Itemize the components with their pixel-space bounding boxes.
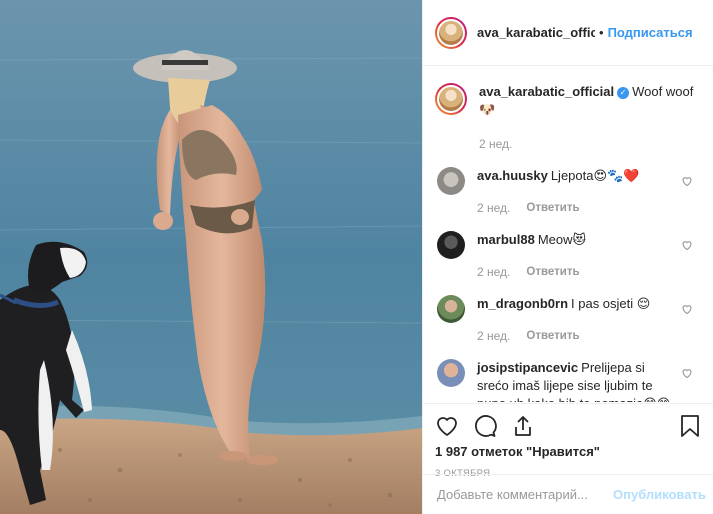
reply-button[interactable]: Ответить — [526, 263, 579, 281]
like-comment-heart-icon[interactable] — [681, 175, 693, 187]
comment-item: marbul88 Meow😻 2 нед. Ответить — [435, 231, 703, 281]
reply-button[interactable]: Ответить — [526, 327, 579, 345]
comment-time[interactable]: 2 нед. — [477, 327, 510, 345]
follow-button[interactable]: Подписаться — [608, 25, 693, 40]
commenter-avatar[interactable] — [437, 167, 465, 195]
comments-list[interactable]: ava_karabatic_official ✓ Woof woof 🐶 2 нед… — [423, 67, 713, 402]
comment-text: I pas osjeti 😌 — [571, 296, 651, 311]
comment-username[interactable]: marbul88 — [477, 232, 535, 247]
post-actions: 1 987 отметок "Нравится" 3 октября — [423, 403, 713, 479]
comment-username[interactable]: josipstipancevic — [477, 360, 578, 375]
commenter-avatar[interactable] — [437, 295, 465, 323]
add-comment-bar: Опубликовать — [423, 474, 713, 514]
comment-item: m_dragonb0rn I pas osjeti 😌 2 нед. Ответит… — [435, 295, 703, 345]
comment-text: Meow😻 — [537, 232, 587, 247]
post-side-panel: ava_karabatic_offici • Подписаться ava_k… — [422, 0, 713, 514]
publish-button[interactable]: Опубликовать — [613, 487, 706, 502]
comment-bubble-icon[interactable] — [473, 414, 497, 438]
caption-author-avatar[interactable] — [435, 83, 467, 115]
comment-item: josipstipancevic Prelijepa si srećo imaš … — [435, 359, 703, 402]
like-comment-heart-icon[interactable] — [681, 367, 693, 379]
separator-dot: • — [599, 25, 604, 40]
like-heart-icon[interactable] — [435, 414, 459, 438]
author-username[interactable]: ava_karabatic_offici — [477, 25, 595, 40]
comment-time[interactable]: 2 нед. — [477, 199, 510, 217]
verified-badge-icon: ✓ — [617, 87, 630, 99]
comment-item: ava.huusky Ljepota😍🐾❤️ 2 нед. Ответить — [435, 167, 703, 217]
comment-text: Ljepota😍🐾❤️ — [550, 168, 640, 183]
comment-username[interactable]: m_dragonb0rn — [477, 296, 568, 311]
like-comment-heart-icon[interactable] — [681, 239, 693, 251]
caption-author[interactable]: ava_karabatic_official — [479, 84, 614, 99]
comment-username[interactable]: ava.huusky — [477, 168, 548, 183]
like-comment-heart-icon[interactable] — [681, 303, 693, 315]
author-avatar[interactable] — [435, 16, 467, 49]
commenter-avatar[interactable] — [437, 231, 465, 259]
share-icon[interactable] — [511, 414, 535, 438]
post-header: ava_karabatic_offici • Подписаться — [423, 0, 713, 66]
bookmark-save-icon[interactable] — [679, 414, 701, 438]
add-comment-input[interactable] — [437, 487, 613, 502]
caption-time[interactable]: 2 нед. — [479, 135, 512, 153]
commenter-avatar[interactable] — [437, 359, 465, 387]
beach-photo — [0, 0, 422, 514]
reply-button[interactable]: Ответить — [526, 199, 579, 217]
action-icons — [435, 410, 701, 442]
post-photo[interactable] — [0, 0, 422, 514]
comment-time[interactable]: 2 нед. — [477, 263, 510, 281]
likes-count[interactable]: 1 987 отметок "Нравится" — [435, 444, 701, 459]
caption: ava_karabatic_official ✓ Woof woof 🐶 2 нед… — [435, 83, 703, 153]
